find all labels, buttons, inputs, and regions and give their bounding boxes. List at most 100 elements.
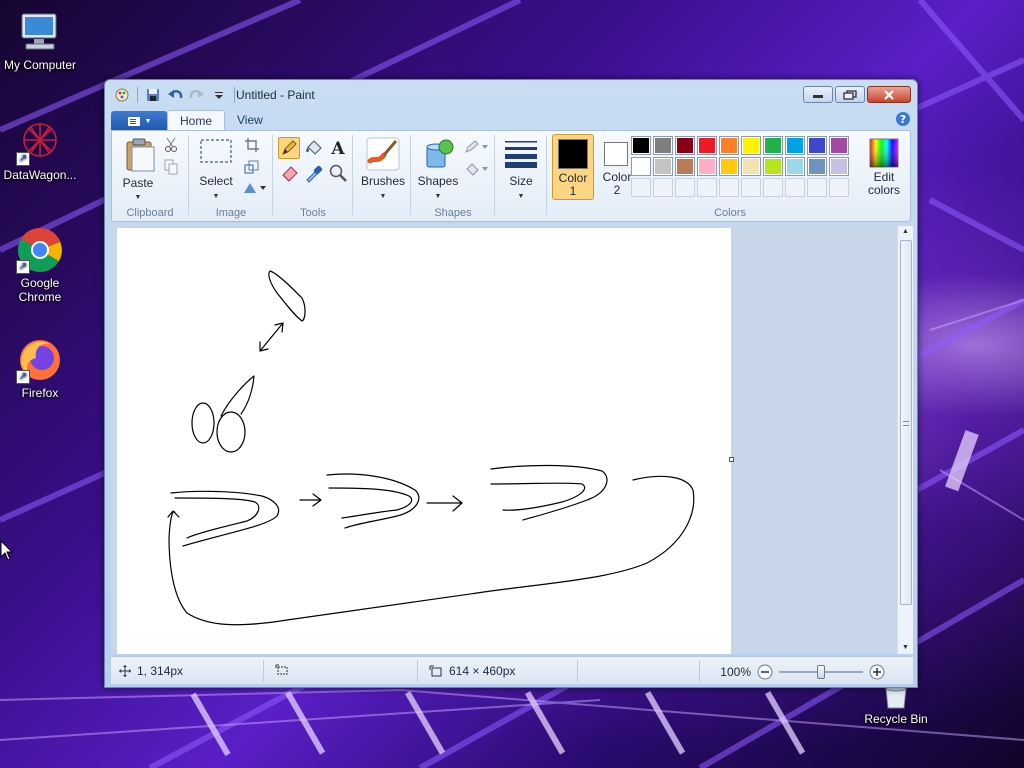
palette-swatch-empty[interactable]	[653, 178, 673, 197]
vertical-scrollbar[interactable]: ▲ ▼	[897, 226, 913, 654]
palette-swatch[interactable]	[631, 136, 651, 155]
paint-app-icon[interactable]	[113, 86, 131, 104]
quick-access-toolbar	[113, 86, 237, 104]
desktop-icon-my-computer[interactable]: My Computer	[0, 8, 80, 72]
palette-swatch-empty[interactable]	[631, 178, 651, 197]
palette-swatch[interactable]	[763, 157, 783, 176]
desktop-icon-datawagon[interactable]: ↗ DataWagon...	[0, 118, 80, 182]
palette-swatch-empty[interactable]	[807, 178, 827, 197]
palette-swatch-empty[interactable]	[829, 178, 849, 197]
palette-swatch-empty[interactable]	[697, 178, 717, 197]
svg-text:A: A	[330, 139, 345, 158]
palette-swatch[interactable]	[653, 157, 673, 176]
palette-swatch[interactable]	[697, 157, 717, 176]
palette-swatch[interactable]	[675, 157, 695, 176]
drawing-canvas[interactable]	[117, 228, 734, 654]
scroll-up-icon[interactable]: ▲	[902, 228, 909, 235]
desktop-icon-firefox[interactable]: ↗ Firefox	[0, 336, 80, 400]
eyedropper-icon	[306, 165, 323, 183]
rotate-button[interactable]	[242, 181, 268, 198]
resize-icon	[244, 160, 259, 174]
title-bar[interactable]: Untitled - Paint	[105, 80, 917, 110]
cursor-position: 1, 314px	[119, 664, 183, 678]
resize-button[interactable]	[244, 159, 260, 178]
customize-qat-icon[interactable]	[210, 86, 228, 104]
pencil-tool-button[interactable]	[278, 137, 300, 159]
select-label: Select	[199, 174, 233, 188]
palette-swatch[interactable]	[807, 136, 827, 155]
palette-swatch-empty[interactable]	[785, 178, 805, 197]
save-icon[interactable]	[144, 86, 162, 104]
palette-swatch[interactable]	[719, 136, 739, 155]
window-title: Untitled - Paint	[236, 88, 315, 102]
palette-swatch-empty[interactable]	[675, 178, 695, 197]
paint-menu-button[interactable]: ▼	[111, 111, 167, 131]
minimize-button[interactable]	[803, 86, 833, 103]
palette-swatch[interactable]	[785, 157, 805, 176]
fill-tool-button[interactable]	[304, 138, 324, 161]
size-label: Size	[509, 174, 533, 188]
edit-colors-button[interactable]: Edit colors	[860, 134, 908, 200]
text-tool-button[interactable]: A	[328, 138, 348, 161]
size-button[interactable]: Size ▼	[500, 135, 542, 200]
color-picker-tool-button[interactable]	[304, 163, 324, 186]
help-icon: ?	[896, 112, 910, 126]
scroll-down-icon[interactable]: ▼	[902, 644, 909, 651]
clipboard-group-label: Clipboard	[126, 207, 174, 219]
select-button[interactable]: Select ▼	[194, 135, 238, 200]
color1-button[interactable]: Color 1	[552, 134, 594, 200]
minimize-icon	[813, 94, 823, 98]
brushes-label: Brushes	[360, 174, 406, 188]
palette-swatch[interactable]	[719, 157, 739, 176]
palette-swatch[interactable]	[653, 136, 673, 155]
palette-swatch[interactable]	[829, 136, 849, 155]
chevron-down-icon: ▼	[144, 117, 152, 125]
palette-swatch[interactable]	[785, 136, 805, 155]
palette-swatch-empty[interactable]	[763, 178, 783, 197]
brushes-button[interactable]: Brushes ▼	[358, 135, 408, 200]
eraser-tool-button[interactable]	[280, 163, 300, 186]
canvas-resize-handle[interactable]	[729, 457, 734, 462]
zoom-out-icon[interactable]	[757, 664, 773, 680]
color1-label-line2: 1	[569, 184, 577, 198]
shape-outline-button[interactable]	[464, 139, 490, 158]
canvas-size-text: 614 × 460px	[449, 664, 516, 678]
colors-group-label: Colors	[714, 207, 746, 219]
tab-view[interactable]: View	[225, 110, 275, 131]
crop-icon	[245, 138, 259, 152]
palette-swatch[interactable]	[697, 136, 717, 155]
shapes-button[interactable]: Shapes ▼	[414, 135, 462, 200]
palette-swatch[interactable]	[763, 136, 783, 155]
palette-swatch[interactable]	[741, 157, 761, 176]
fill-bucket-icon	[466, 163, 488, 176]
undo-icon[interactable]	[166, 86, 184, 104]
palette-swatch[interactable]	[829, 157, 849, 176]
paste-button[interactable]: Paste ▼	[118, 135, 158, 201]
desktop-icon-google-chrome[interactable]: ↗ Google Chrome	[0, 226, 80, 304]
paint-window: Untitled - Paint ▼ Home View ? Paste ▼ C…	[104, 79, 918, 688]
tab-home[interactable]: Home	[167, 110, 226, 131]
zoom-in-icon[interactable]	[869, 664, 885, 680]
canvas-size-icon	[429, 665, 442, 677]
selection-size-icon	[275, 664, 288, 675]
copy-button[interactable]	[164, 159, 178, 178]
close-button[interactable]	[867, 86, 911, 103]
help-button[interactable]: ?	[895, 111, 911, 130]
crop-button[interactable]	[244, 137, 260, 156]
desktop-icon-label: Recycle Bin	[864, 712, 928, 726]
palette-swatch[interactable]	[631, 157, 651, 176]
palette-swatch[interactable]	[807, 157, 827, 176]
palette-swatch-empty[interactable]	[719, 178, 739, 197]
palette-swatch[interactable]	[675, 136, 695, 155]
outline-pen-icon	[465, 140, 488, 153]
zoom-slider-thumb[interactable]	[817, 665, 825, 679]
zoom-slider[interactable]	[779, 665, 863, 679]
scrollbar-thumb[interactable]	[900, 240, 912, 605]
shape-fill-button[interactable]	[464, 161, 490, 180]
palette-swatch[interactable]	[741, 136, 761, 155]
cut-button[interactable]	[164, 137, 178, 156]
magnifier-tool-button[interactable]	[328, 163, 348, 186]
redo-icon[interactable]	[188, 86, 206, 104]
palette-swatch-empty[interactable]	[741, 178, 761, 197]
maximize-button[interactable]	[835, 86, 865, 103]
